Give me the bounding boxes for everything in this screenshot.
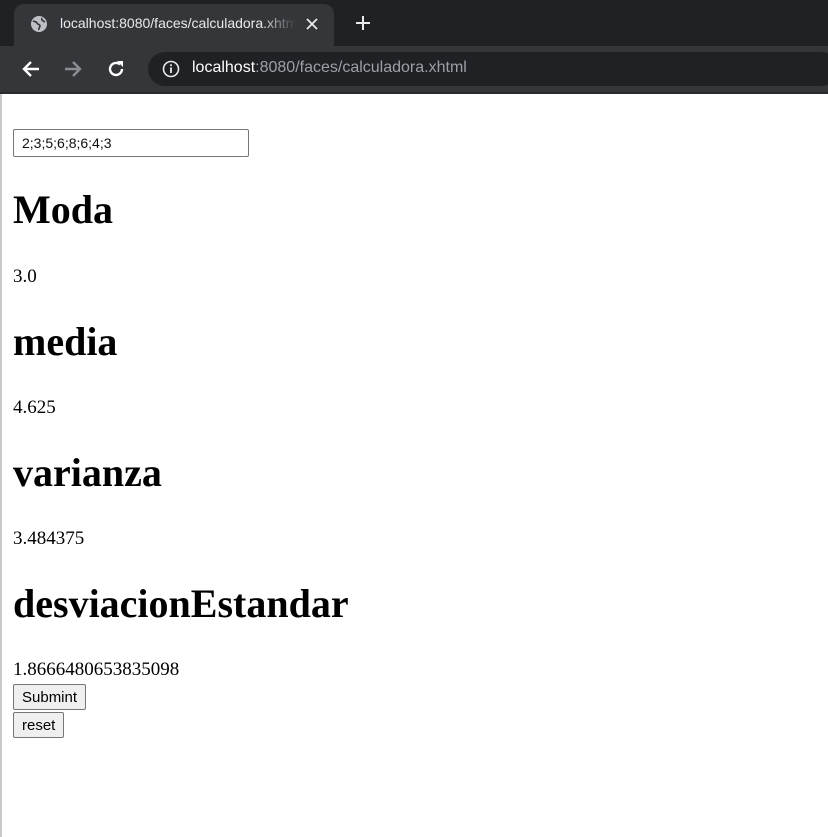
globe-icon bbox=[30, 15, 48, 33]
moda-heading: Moda bbox=[13, 187, 113, 232]
tab-title: localhost:8080/faces/calculadora.xhtml bbox=[60, 15, 296, 31]
forward-arrow-icon[interactable] bbox=[61, 57, 85, 81]
desviacion-value: 1.8666480653835098 bbox=[13, 659, 180, 680]
media-value: 4.625 bbox=[13, 397, 56, 418]
varianza-heading: varianza bbox=[13, 450, 162, 495]
close-icon[interactable] bbox=[302, 14, 322, 34]
reload-icon[interactable] bbox=[104, 57, 128, 81]
submit-button[interactable]: Submint bbox=[13, 684, 87, 710]
address-bar[interactable]: localhost:8080/faces/calculadora.xhtml bbox=[148, 52, 828, 86]
numbers-input[interactable] bbox=[13, 129, 249, 157]
plus-icon[interactable] bbox=[352, 12, 374, 34]
url-host: localhost bbox=[192, 59, 256, 76]
page-content: Moda 3.0 media 4.625 varianza 3.484375 d… bbox=[0, 94, 828, 837]
browser-tab[interactable]: localhost:8080/faces/calculadora.xhtml bbox=[14, 4, 334, 46]
url-text: localhost:8080/faces/calculadora.xhtml bbox=[192, 59, 467, 77]
browser-tab-bar: localhost:8080/faces/calculadora.xhtml bbox=[0, 0, 828, 46]
media-heading: media bbox=[13, 319, 118, 364]
desviacion-heading: desviacionEstandar bbox=[13, 581, 349, 626]
browser-toolbar: localhost:8080/faces/calculadora.xhtml bbox=[0, 46, 828, 92]
reset-button[interactable]: reset bbox=[13, 712, 65, 738]
back-arrow-icon[interactable] bbox=[19, 57, 43, 81]
moda-value: 3.0 bbox=[13, 266, 37, 287]
varianza-value: 3.484375 bbox=[13, 528, 85, 549]
info-icon[interactable] bbox=[162, 60, 180, 78]
url-path: :8080/faces/calculadora.xhtml bbox=[255, 59, 467, 76]
